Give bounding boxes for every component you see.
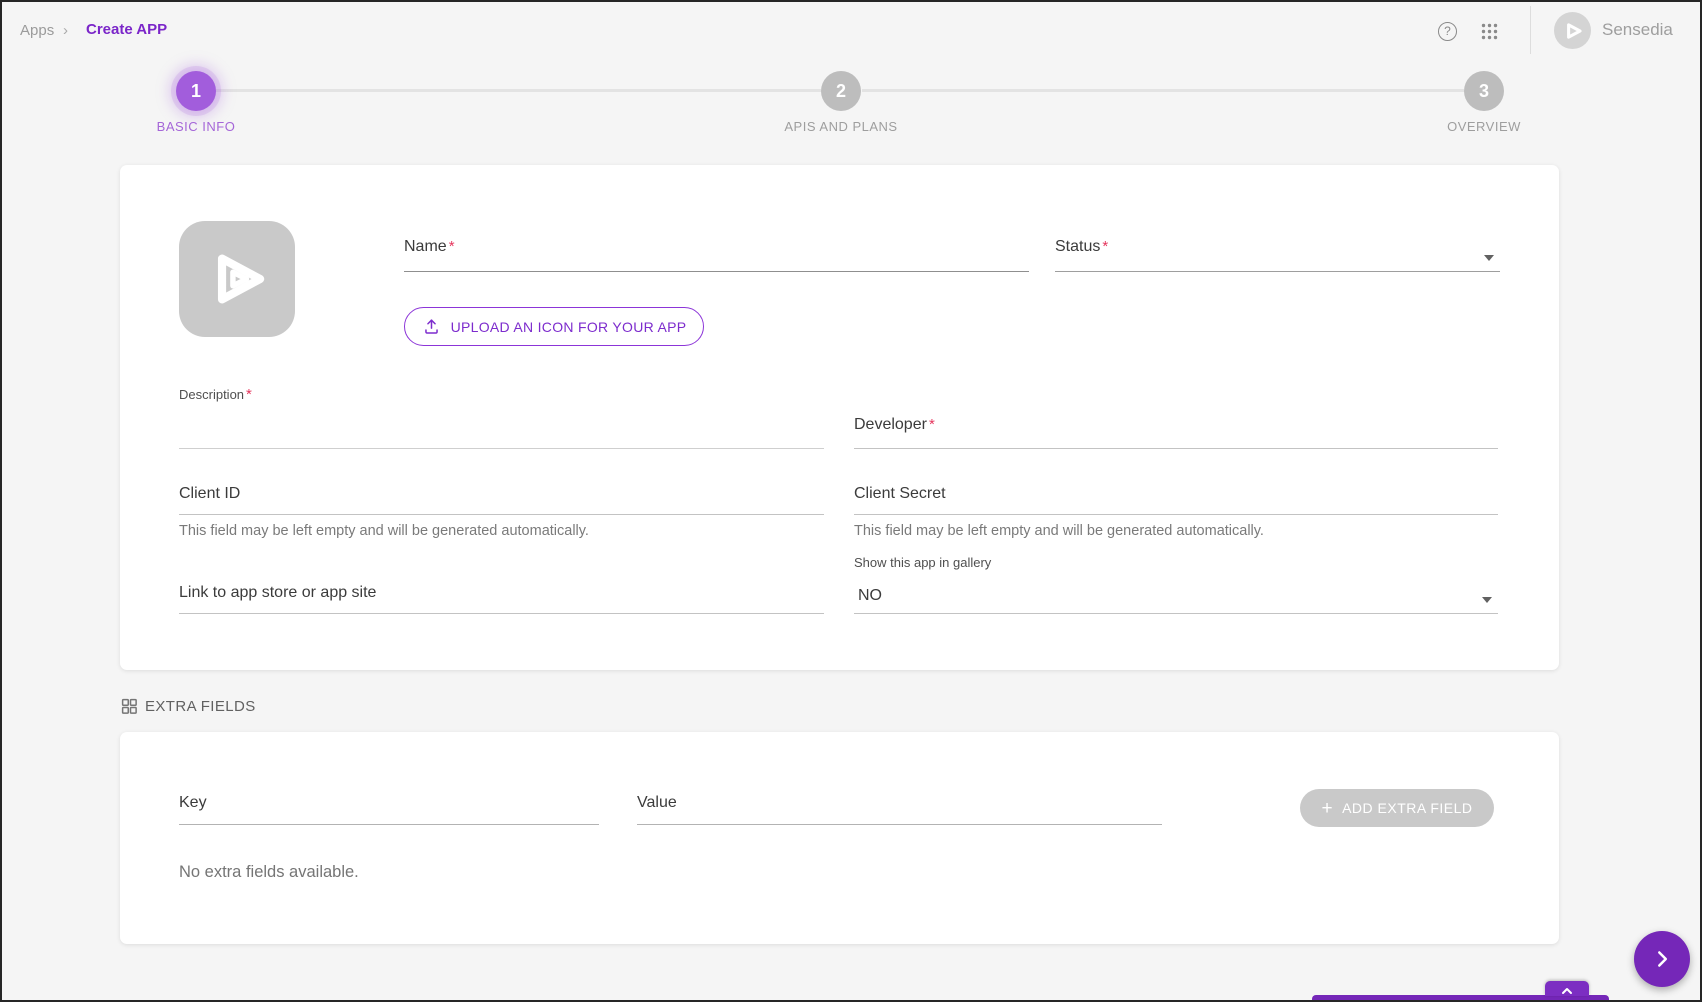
add-extra-field-label: ADD EXTRA FIELD xyxy=(1342,800,1472,816)
client-id-label: Client ID xyxy=(179,485,240,502)
create-app-page: Apps › Create APP ? Sensedia 1 BASIC INF… xyxy=(0,0,1702,1002)
step-1-circle[interactable]: 1 xyxy=(176,71,216,111)
value-label: Value xyxy=(637,794,677,811)
apps-grid-icon[interactable] xyxy=(1480,22,1499,41)
key-input[interactable]: Key xyxy=(179,794,599,825)
extra-fields-card xyxy=(120,732,1559,944)
add-extra-field-button[interactable]: + ADD EXTRA FIELD xyxy=(1300,789,1494,827)
chevron-right-icon xyxy=(1649,946,1675,972)
app-icon-placeholder xyxy=(179,221,295,337)
client-id-input[interactable]: Client ID xyxy=(179,485,824,515)
gallery-label: Show this app in gallery xyxy=(854,555,991,570)
extra-fields-title: EXTRA FIELDS xyxy=(145,698,256,715)
stepper-connector xyxy=(862,89,1464,92)
gallery-select[interactable]: Show this app in gallery NO xyxy=(854,554,1498,614)
developer-label: Developer xyxy=(854,416,927,433)
logo-glyph xyxy=(1562,20,1584,42)
step-3-label: OVERVIEW xyxy=(1404,119,1564,134)
upload-icon xyxy=(422,317,441,336)
chevron-up-icon xyxy=(1560,985,1574,996)
stepper-connector xyxy=(216,89,821,92)
header-divider xyxy=(1530,6,1531,54)
breadcrumb-separator-icon: › xyxy=(63,22,68,39)
grid-dots-glyph xyxy=(1480,22,1499,41)
description-label: Description xyxy=(179,387,244,402)
next-step-button[interactable] xyxy=(1634,931,1690,987)
step-2-label: APIS AND PLANS xyxy=(751,119,931,134)
status-label: Status xyxy=(1055,238,1100,255)
sensedia-logo-icon[interactable] xyxy=(1554,12,1591,49)
help-icon[interactable]: ? xyxy=(1438,22,1457,41)
plus-icon: + xyxy=(1321,799,1333,818)
required-marker: * xyxy=(1102,238,1108,255)
link-label: Link to app store or app site xyxy=(179,584,376,601)
upload-button-label: UPLOAD AN ICON FOR YOUR APP xyxy=(451,319,687,335)
breadcrumb-current: Create APP xyxy=(86,21,167,38)
name-label: Name xyxy=(404,238,447,255)
client-secret-input[interactable]: Client Secret xyxy=(854,485,1498,515)
caret-down-icon xyxy=(1484,255,1494,261)
client-id-helper: This field may be left empty and will be… xyxy=(179,523,589,539)
gallery-value: NO xyxy=(858,587,882,605)
required-marker: * xyxy=(246,386,252,403)
play-logo-icon xyxy=(203,245,271,313)
developer-input[interactable]: Developer* xyxy=(854,416,1498,449)
breadcrumb-apps-link[interactable]: Apps xyxy=(20,22,54,39)
value-input[interactable]: Value xyxy=(637,794,1162,825)
caret-down-icon xyxy=(1482,597,1492,603)
description-input[interactable]: Description* xyxy=(179,386,824,449)
brand-name: Sensedia xyxy=(1602,20,1673,40)
app-store-link-input[interactable]: Link to app store or app site xyxy=(179,584,824,614)
name-input[interactable]: Name* xyxy=(404,238,1029,272)
empty-message: No extra fields available. xyxy=(179,863,359,882)
required-marker: * xyxy=(449,238,455,255)
key-label: Key xyxy=(179,794,207,811)
step-1-label: BASIC INFO xyxy=(116,119,276,134)
client-secret-label: Client Secret xyxy=(854,485,946,502)
status-select[interactable]: Status* xyxy=(1055,238,1500,272)
upload-icon-button[interactable]: UPLOAD AN ICON FOR YOUR APP xyxy=(404,307,704,346)
extra-fields-icon xyxy=(120,697,138,715)
step-2-circle: 2 xyxy=(821,71,861,111)
client-secret-helper: This field may be left empty and will be… xyxy=(854,523,1264,539)
footer-expand-handle[interactable] xyxy=(1545,981,1589,996)
step-3-circle: 3 xyxy=(1464,71,1504,111)
collapsed-footer-bar xyxy=(1312,995,1609,1002)
required-marker: * xyxy=(929,416,935,433)
